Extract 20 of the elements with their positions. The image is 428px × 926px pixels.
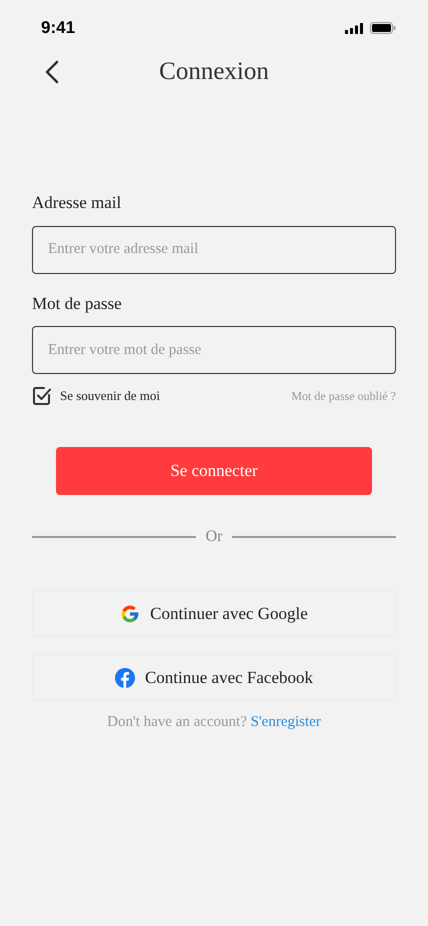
signup-prompt: Don't have an account? S'enregister [106, 713, 322, 732]
page-title: Connexion [159, 57, 269, 88]
signup-link[interactable]: S'enregister [250, 714, 321, 730]
facebook-icon [114, 668, 135, 688]
social-login-button[interactable]: Continue avec Facebook [32, 654, 396, 701]
field-label: Adresse mail [32, 192, 122, 214]
battery-icon [370, 22, 396, 34]
back-icon [45, 60, 59, 84]
input-field[interactable]: Entrer votre adresse mail [32, 226, 396, 274]
google-icon [120, 604, 140, 624]
divider-label: Or [206, 527, 222, 547]
social-login-button[interactable]: Continuer avec Google [32, 590, 396, 637]
signal-icon [345, 22, 363, 34]
login-button[interactable]: Se connecter [56, 447, 372, 495]
checkbox-label: Se souvenir de moi [60, 387, 160, 406]
checkbox[interactable] [32, 386, 52, 406]
forgot-password-link[interactable]: Mot de passe oublié ? [291, 387, 396, 405]
field-label: Mot de passe [32, 292, 123, 315]
status-time: 9:41 [41, 17, 76, 40]
input-field[interactable]: Entrer votre mot de passe [32, 326, 396, 374]
